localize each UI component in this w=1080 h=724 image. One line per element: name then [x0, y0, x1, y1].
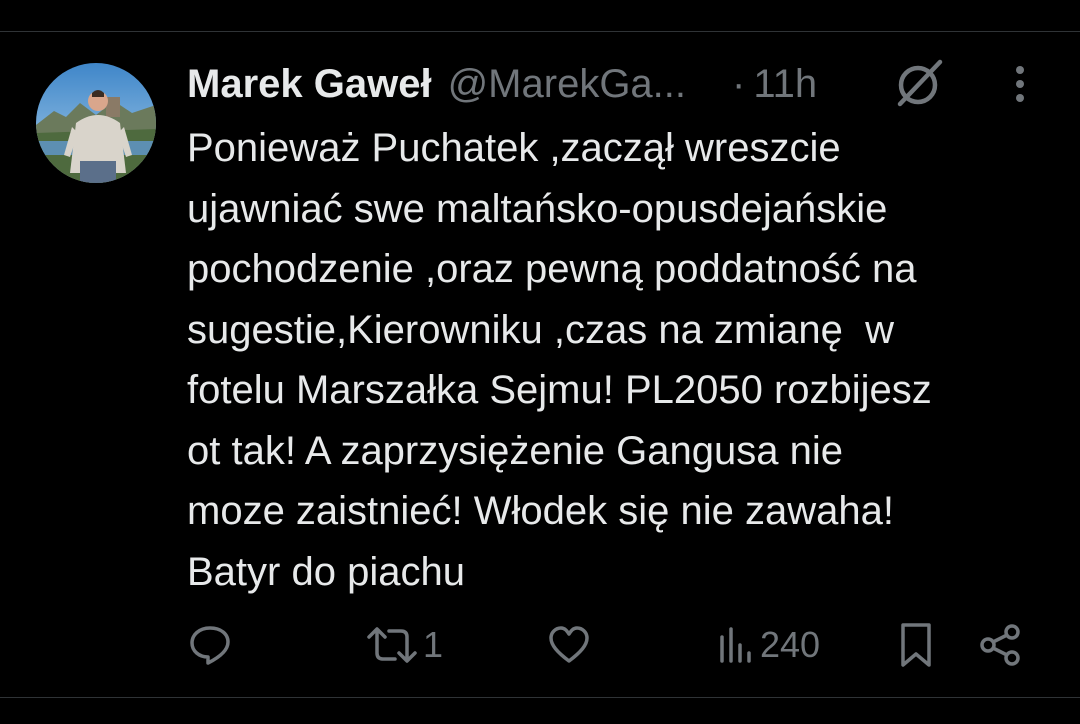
reply-icon — [190, 626, 230, 665]
share-button[interactable] — [978, 620, 1024, 670]
timestamp[interactable]: 11h — [753, 62, 817, 107]
views-count: 240 — [760, 624, 821, 665]
avatar[interactable] — [36, 63, 156, 183]
tweet-text: Ponieważ Puchatek ,zaczął wreszcie ujawn… — [187, 126, 932, 594]
share-icon — [980, 624, 1020, 666]
like-button[interactable] — [547, 620, 595, 670]
more-icon[interactable] — [1002, 62, 1038, 111]
views-button[interactable]: 240 — [716, 620, 820, 670]
views-icon — [720, 627, 751, 663]
retweet-count: 1 — [423, 624, 444, 665]
grok-icon[interactable] — [894, 57, 946, 114]
user-handle[interactable]: @MarekGa... — [448, 62, 686, 107]
heart-icon — [549, 626, 589, 663]
retweet-button[interactable]: 1 — [365, 620, 443, 670]
avatar-photo — [36, 63, 156, 183]
bottom-divider — [0, 697, 1080, 698]
display-name[interactable]: Marek Gaweł — [187, 62, 432, 107]
bookmark-button[interactable] — [896, 620, 936, 670]
reply-button[interactable] — [188, 620, 236, 670]
top-divider — [0, 31, 1080, 32]
separator-dot: · — [732, 61, 746, 106]
bookmark-icon — [901, 623, 931, 667]
retweet-icon — [367, 627, 417, 663]
